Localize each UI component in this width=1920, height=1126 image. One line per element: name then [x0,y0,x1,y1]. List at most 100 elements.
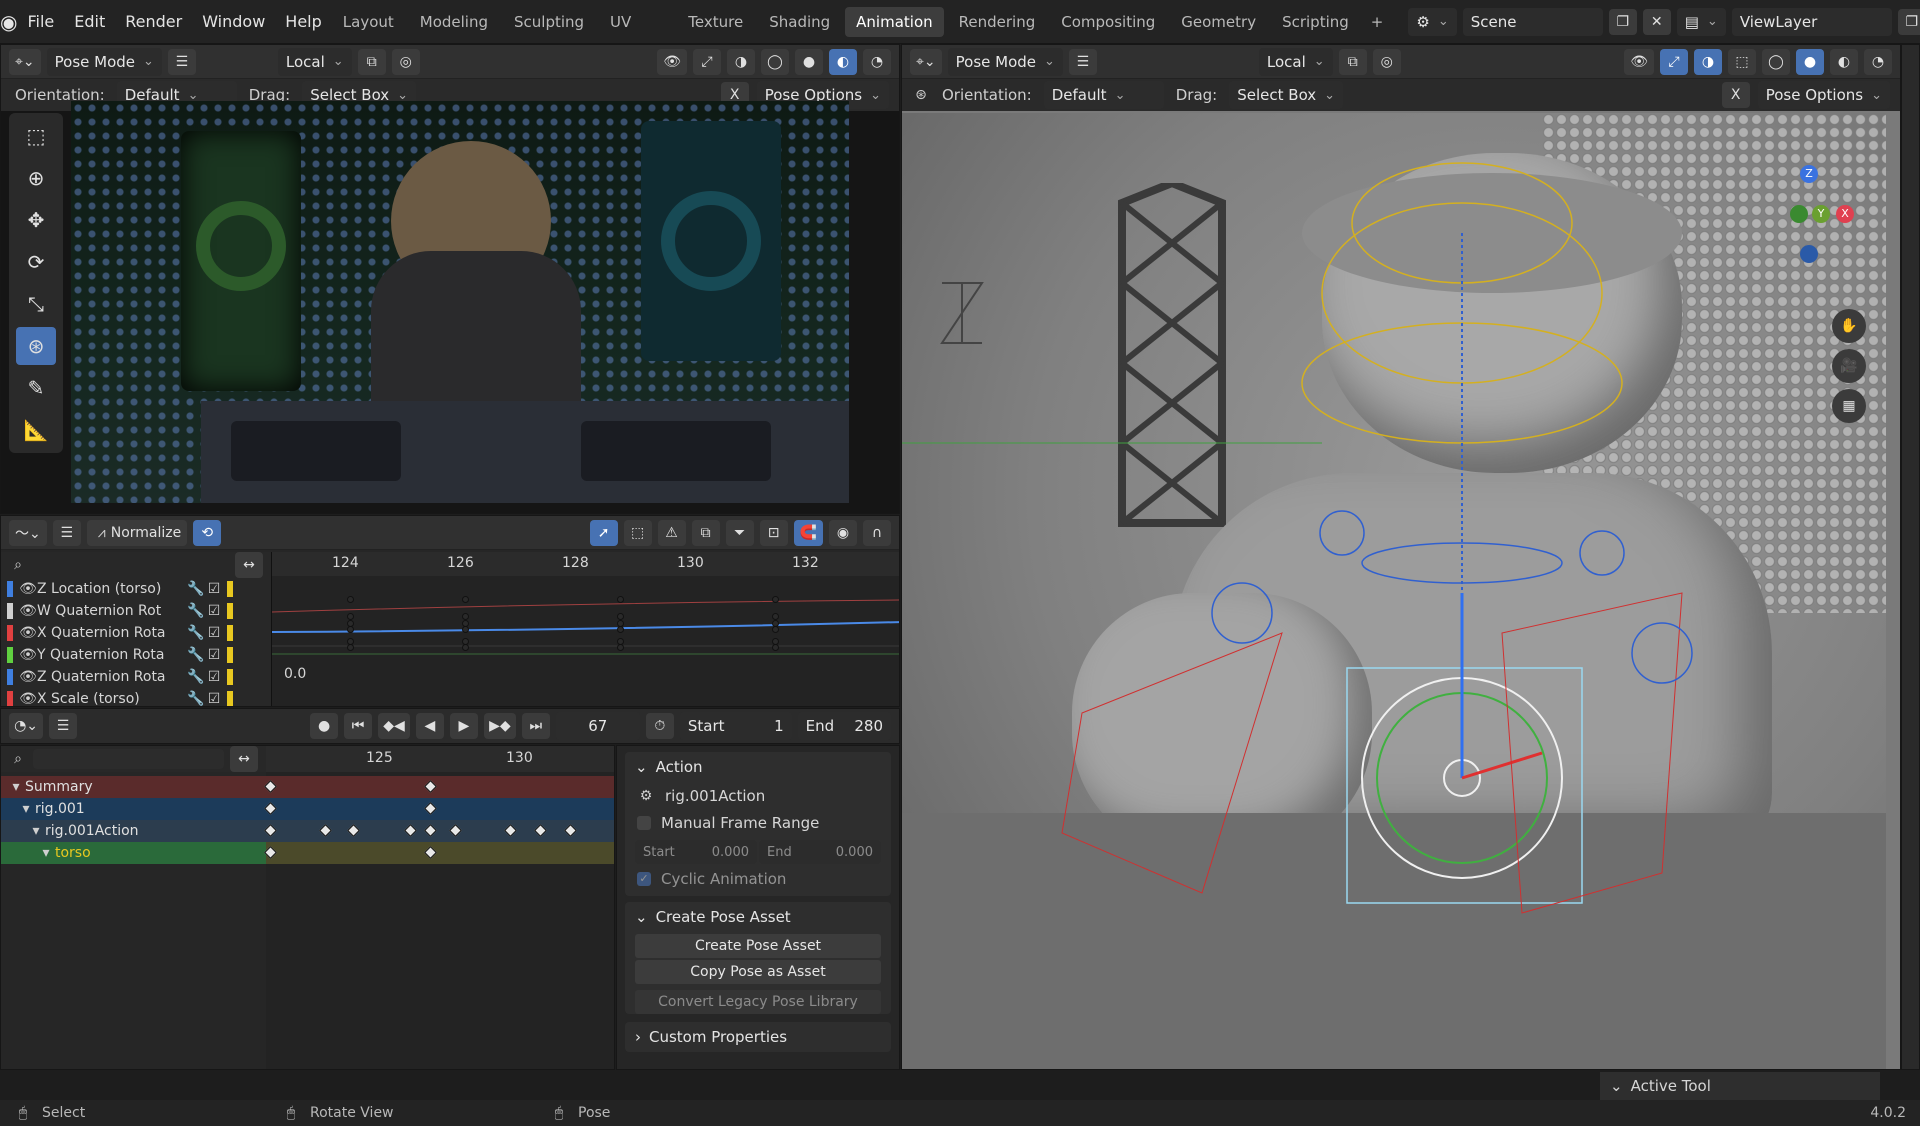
snap-graph-icon[interactable]: 🧲 [793,519,823,546]
manual-range-checkbox[interactable] [637,816,651,830]
graph-keyframe-point[interactable] [462,613,469,620]
right-menu-icon[interactable]: ☰ [1068,48,1097,75]
right-xray-icon[interactable]: ⬚ [1728,48,1756,75]
active-tool-panel[interactable]: ⌄ Active Tool [1600,1072,1880,1100]
viewport-scene[interactable] [902,113,1886,1069]
graph-keyframe-point[interactable] [617,613,624,620]
pivot-point-icon[interactable]: ⊡ [759,519,788,546]
graph-keyframe-point[interactable] [772,613,779,620]
cursor-tool-icon[interactable]: ⊕ [16,159,56,197]
right-render-icon[interactable]: ◔ [1864,48,1892,75]
dope-sheet[interactable]: ⌕ ↔ ▾ Summary ▾ rig.001 ▾ rig.001Action ▾ torso… [0,745,615,1070]
workspace-tab-compositing[interactable]: Compositing [1050,7,1166,37]
modifier-icon[interactable]: 🔧 [187,669,205,685]
editor-type-icon[interactable]: ⌖⌄ [9,48,41,75]
timeline-editor-icon[interactable]: ◔⌄ [9,713,44,739]
right-gizmo-icon[interactable]: ⤢ [1660,48,1688,75]
graph-channel-row[interactable]: 👁 Z Location (torso) 🔧 ☑ [1,578,271,600]
graph-channel-row[interactable]: 👁 Z Quaternion Rota 🔧 ☑ [1,666,271,688]
graph-keyframe-point[interactable] [347,626,354,633]
menu-edit[interactable]: Edit [64,12,115,31]
main-viewport[interactable]: ⌖⌄ Pose Mode ☰ Local ⧉ ◎ 👁 ⤢ ◑ ⬚ ◯ ● ◐ ◔… [901,44,1901,1070]
right-snap-icon[interactable]: ⧉ [1338,48,1367,75]
workspace-tab-modeling[interactable]: Modeling [409,7,499,37]
modifier-icon[interactable]: 🔧 [187,581,205,597]
rendered-shading-icon[interactable]: ◔ [863,48,891,75]
graph-keyframe-point[interactable] [617,644,624,651]
scene-selector[interactable]: Scene [1462,7,1603,36]
end-frame-field[interactable]: End 280 [797,712,891,740]
right-orientation-selector[interactable]: Default [1043,81,1164,109]
mute-checkbox-icon[interactable]: ☑ [205,647,223,663]
proportional-icon[interactable]: ◎ [391,48,420,75]
gizmo-z-axis[interactable]: Z [1800,165,1818,183]
graph-channel-row[interactable]: 👁 X Quaternion Rota 🔧 ☑ [1,622,271,644]
right-drag-selector[interactable]: Select Box [1229,81,1344,109]
graph-editor-type-icon[interactable]: 〜⌄ [9,519,47,546]
workspace-tab-texture-paint[interactable]: Texture Paint [677,7,754,61]
dope-search-input[interactable] [33,749,224,769]
action-end-field[interactable]: End 0.000 [759,840,881,864]
scene-type-icon[interactable]: ⚙ [1408,7,1457,36]
menu-file[interactable]: File [17,12,64,31]
expand-arrow-icon[interactable]: ▾ [7,779,25,795]
mute-checkbox-icon[interactable]: ☑ [205,603,223,619]
gizmo-icon[interactable]: ⤢ [693,48,721,75]
workspace-tab-scripting[interactable]: Scripting [1271,7,1360,37]
record-icon[interactable]: ● [310,713,339,739]
right-proportional-icon[interactable]: ◎ [1372,48,1401,75]
dope-search-icon[interactable]: ⌕ [9,751,27,767]
transform-tool-icon[interactable]: ⊛ [16,327,56,365]
graph-area[interactable]: 124 126 128 130 132 0.0 [271,552,900,706]
graph-keyframe-point[interactable] [772,626,779,633]
wireframe-shading-icon[interactable]: ◯ [761,48,789,75]
z-location-curve[interactable] [272,621,900,633]
rotate-tool-icon[interactable]: ⟳ [16,243,56,281]
remove-scene-icon[interactable]: ✕ [1642,8,1671,35]
menu-render[interactable]: Render [115,12,192,31]
right-visibility-icon[interactable]: 👁 [1624,48,1654,75]
expand-arrow-icon[interactable]: ▾ [17,801,35,817]
current-frame-field[interactable]: 67 [555,712,640,740]
cyclic-row[interactable]: ✓ Cyclic Animation [625,868,891,896]
workspace-tab-sculpting[interactable]: Sculpting [503,7,595,37]
right-overlay-icon[interactable]: ◑ [1694,48,1722,75]
cyclic-checkbox[interactable]: ✓ [637,872,651,886]
start-frame-field[interactable]: Start 1 [679,712,792,740]
right-pose-options-button[interactable]: Pose Options [1757,81,1890,109]
dope-row-group[interactable]: ▾ torso [1,842,266,864]
custom-props-header[interactable]: › Custom Properties [625,1022,891,1052]
mute-checkbox-icon[interactable]: ☑ [205,669,223,685]
navigation-gizmo[interactable]: Z Y X [1752,165,1862,275]
workspace-tab-uv-editing[interactable]: UV Editing [599,7,673,61]
graph-keyframe-point[interactable] [617,596,624,603]
auto-normalize-icon[interactable]: ⟲ [193,519,222,546]
timeline-menu-icon[interactable]: ☰ [49,713,78,739]
expand-arrow-icon[interactable]: ▾ [27,823,45,839]
right-mirror-x-button[interactable]: X [1721,82,1750,108]
dope-row-summary[interactable]: ▾ Summary [1,776,266,798]
falloff-icon[interactable]: ∩ [863,519,891,546]
eye-icon[interactable]: 👁 [19,647,37,663]
gizmo-x-axis[interactable]: X [1836,205,1854,223]
action-section-header[interactable]: ⌄ Action [625,752,891,782]
new-scene-icon[interactable]: ❐ [1608,8,1637,35]
modifier-icon[interactable]: 🔧 [187,603,205,619]
measure-tool-icon[interactable]: 📐 [16,411,56,449]
new-view-layer-icon[interactable]: ❐ [1897,8,1920,35]
right-wire-icon[interactable]: ◯ [1762,48,1790,75]
action-start-field[interactable]: Start 0.000 [635,840,757,864]
graph-channel-row[interactable]: 👁 X Scale (torso) 🔧 ☑ [1,688,271,706]
graph-channel-row[interactable]: 👁 Y Quaternion Rota 🔧 ☑ [1,644,271,666]
graph-keyframe-point[interactable] [462,644,469,651]
view-layer-selector[interactable]: ViewLayer [1731,7,1892,36]
mute-checkbox-icon[interactable]: ☑ [205,691,223,706]
next-keyframe-icon[interactable]: ▶◆ [483,713,516,739]
workspace-tab-shading[interactable]: Shading [758,7,841,37]
prev-keyframe-icon[interactable]: ◆◀ [378,713,410,739]
workspace-tab-layout[interactable]: Layout [332,7,405,37]
mode-selector[interactable]: Pose Mode [46,47,162,76]
pivot-selector[interactable]: Local [277,47,352,76]
copy-pose-asset-button[interactable]: Copy Pose as Asset [635,960,881,984]
graph-keyframe-point[interactable] [462,596,469,603]
